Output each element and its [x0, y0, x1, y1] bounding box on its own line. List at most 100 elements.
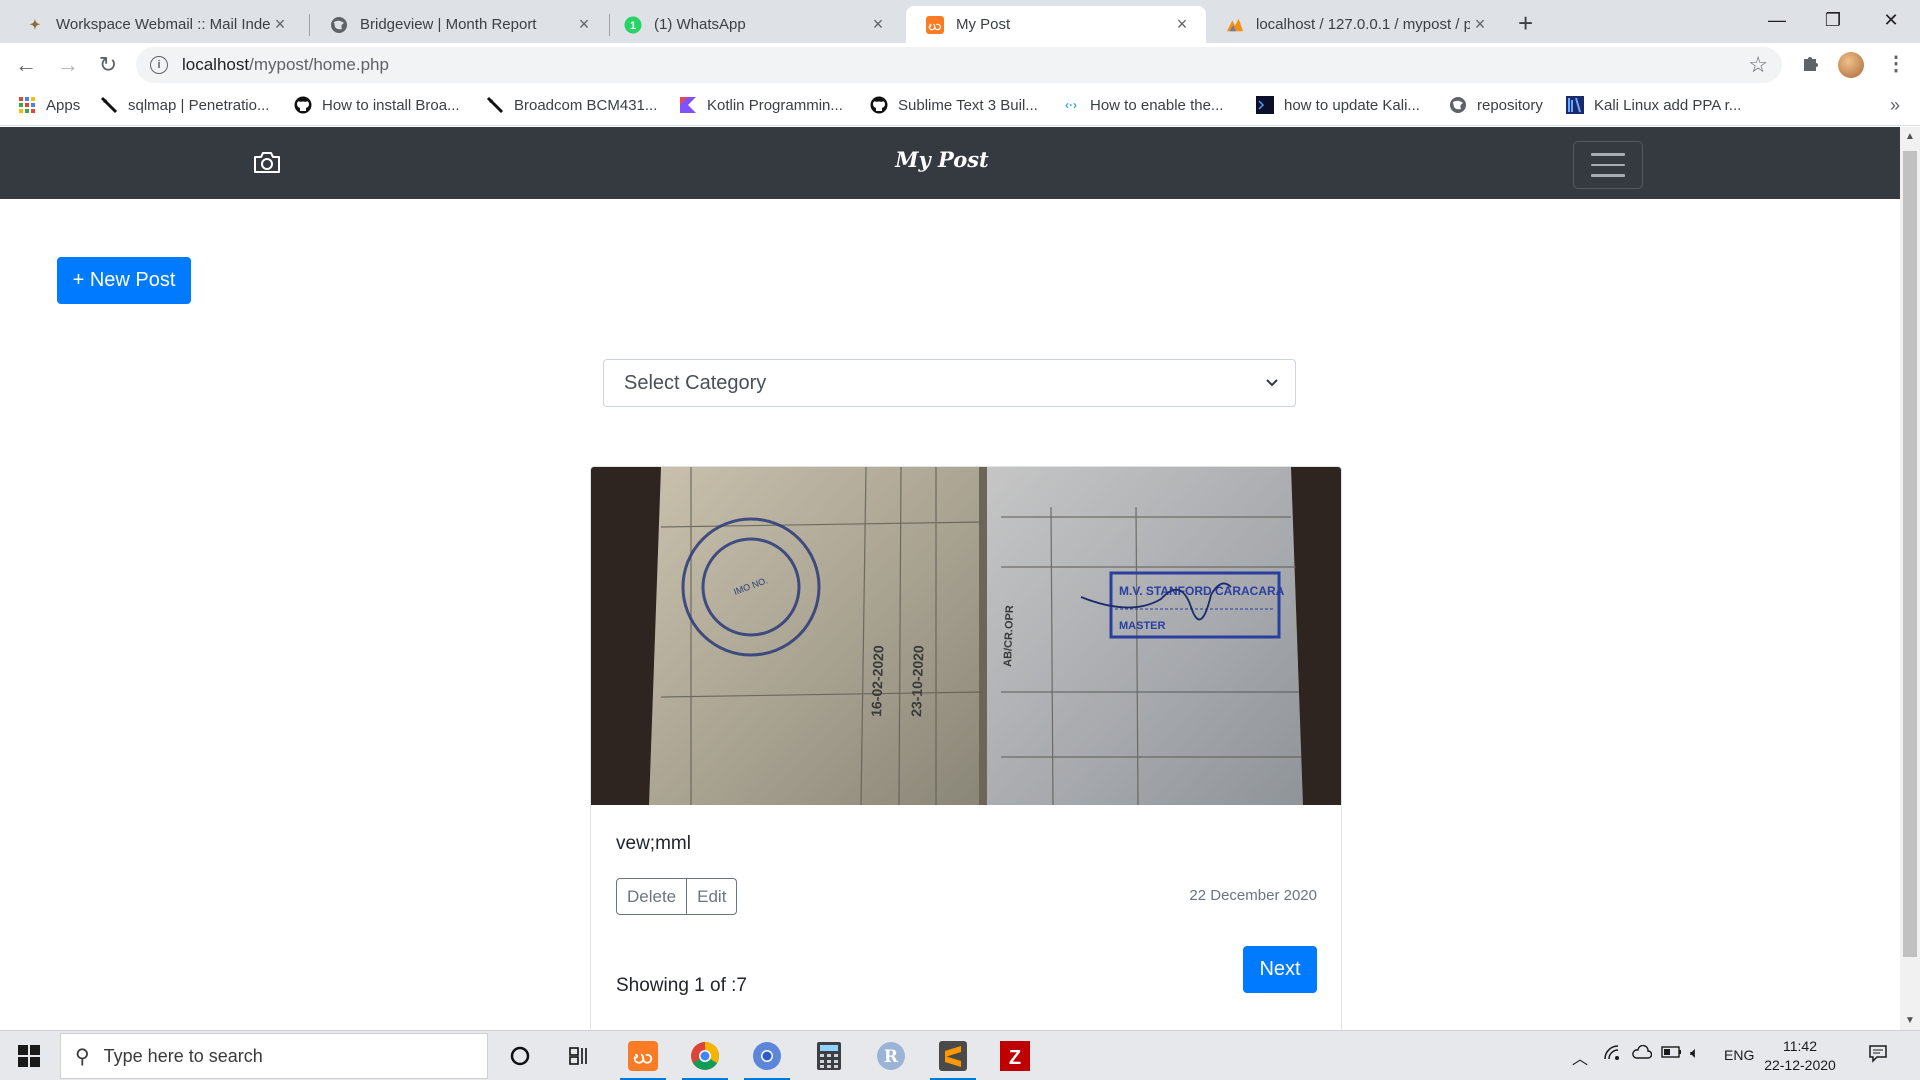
extensions-puzzle-icon[interactable]: [1801, 53, 1821, 79]
chrome-taskbar-icon[interactable]: [688, 1039, 722, 1073]
bookmark-label: How to install Broa...: [322, 96, 460, 114]
post-card: IMO NO. 16-02-2020 23-10-2020 AB/CR.OPR …: [590, 466, 1342, 1030]
next-button[interactable]: Next: [1243, 946, 1317, 993]
chrome-menu-icon[interactable]: ⋮: [1886, 51, 1906, 76]
bookmark-apps[interactable]: Apps: [18, 96, 80, 114]
sublime-text-icon[interactable]: [936, 1039, 970, 1073]
tab-my-post[interactable]: ဃ My Post ×: [906, 6, 1206, 43]
xampp-taskbar-icon[interactable]: ဃ: [626, 1039, 660, 1073]
pagination-status: Showing 1 of :7: [616, 975, 747, 996]
url-path: /mypost/home.php: [249, 55, 389, 74]
bookmark-sqlmap[interactable]: sqlmap | Penetratio...: [100, 96, 269, 114]
forward-button[interactable]: →: [54, 51, 82, 79]
bookmark-broadcom[interactable]: Broadcom BCM431...: [486, 96, 657, 114]
svg-text:R: R: [884, 1047, 899, 1067]
terminal-icon: [1256, 96, 1274, 114]
close-window-button[interactable]: ✕: [1861, 0, 1920, 40]
delete-button[interactable]: Delete: [617, 879, 686, 914]
hamburger-line: [1591, 163, 1625, 167]
restore-button[interactable]: ❐: [1803, 0, 1863, 40]
bookmark-update-kali[interactable]: how to update Kali...: [1256, 96, 1420, 114]
apps-grid-icon: [18, 96, 36, 114]
show-hidden-icons-chevron-icon[interactable]: ︿: [1572, 1045, 1588, 1069]
taskbar-search-box[interactable]: ⚲ Type here to search: [60, 1033, 488, 1079]
close-tab-icon[interactable]: ×: [1172, 14, 1192, 35]
chromium-taskbar-icon[interactable]: [750, 1039, 784, 1073]
task-view-icon[interactable]: [563, 1039, 597, 1073]
tab-phpmyadmin[interactable]: localhost / 127.0.0.1 / mypost / p ×: [1206, 6, 1504, 43]
calculator-icon[interactable]: [812, 1039, 846, 1073]
taskbar-search-placeholder: Type here to search: [103, 1045, 263, 1066]
category-select[interactable]: Select Category: [603, 359, 1296, 407]
bookmark-enable[interactable]: ‹·› How to enable the...: [1062, 96, 1223, 114]
battery-icon[interactable]: [1661, 1045, 1683, 1064]
sqlmap-icon: [100, 96, 118, 114]
bookmark-sublime[interactable]: Sublime Text 3 Buil...: [870, 96, 1038, 114]
whatsapp-icon: 1: [624, 16, 642, 34]
scroll-down-arrow-icon[interactable]: ▼: [1900, 1015, 1920, 1026]
svg-text:1: 1: [630, 20, 636, 32]
windows-start-icon[interactable]: [18, 1045, 40, 1067]
filezilla-icon[interactable]: Z: [998, 1039, 1032, 1073]
tab-title: (1) WhatsApp: [654, 16, 746, 33]
new-tab-button[interactable]: +: [1518, 8, 1533, 39]
windows-taskbar: ⚲ Type here to search ဃ R Z ︿ 🔈︎ ENG 11:…: [0, 1030, 1920, 1080]
profile-avatar[interactable]: [1838, 52, 1864, 78]
scroll-up-arrow-icon[interactable]: ▲: [1900, 131, 1920, 142]
link-icon: ‹·›: [1065, 98, 1077, 112]
scrollbar-thumb[interactable]: [1903, 151, 1917, 957]
hamburger-line: [1591, 153, 1625, 156]
bookmark-kotlin[interactable]: Kotlin Programmin...: [679, 96, 843, 114]
close-tab-icon[interactable]: ×: [574, 14, 594, 35]
bookmark-kali-ppa[interactable]: Kali Linux add PPA r...: [1566, 96, 1741, 114]
post-date: 22 December 2020: [1189, 887, 1317, 904]
r-language-icon[interactable]: R: [874, 1039, 908, 1073]
bookmark-github-broadcom[interactable]: How to install Broa...: [294, 96, 460, 114]
tab-bridgeview[interactable]: Bridgeview | Month Report ×: [310, 6, 608, 43]
address-bar[interactable]: i localhost/mypost/home.php ☆: [136, 47, 1782, 83]
bookmark-label: Kotlin Programmin...: [707, 96, 843, 114]
new-post-button[interactable]: + New Post: [57, 257, 191, 304]
url-host: localhost: [182, 55, 250, 74]
input-language-indicator[interactable]: ENG: [1724, 1047, 1754, 1063]
back-button[interactable]: ←: [12, 51, 40, 79]
close-tab-icon[interactable]: ×: [868, 14, 888, 35]
search-icon: ⚲: [75, 1045, 90, 1068]
bookmark-label: Broadcom BCM431...: [514, 96, 658, 114]
page-viewport: My Post + New Post Select Category IMO N…: [0, 127, 1900, 1030]
tab-webmail[interactable]: ✦ Workspace Webmail :: Mail Index ×: [6, 6, 304, 43]
close-tab-icon[interactable]: ×: [270, 14, 290, 35]
bookmarks-overflow-icon[interactable]: »: [1890, 95, 1900, 116]
tab-whatsapp[interactable]: 1 (1) WhatsApp ×: [604, 6, 902, 43]
svg-text:AB/CR.OPR: AB/CR.OPR: [1002, 605, 1016, 667]
reload-button[interactable]: ↻: [94, 51, 122, 79]
tab-title: Bridgeview | Month Report: [360, 16, 537, 33]
bookmark-repository[interactable]: repository: [1449, 96, 1543, 114]
bookmark-star-icon[interactable]: ☆: [1748, 52, 1768, 78]
github-icon: [870, 96, 888, 114]
globe-icon: [330, 16, 348, 34]
onedrive-cloud-icon[interactable]: [1632, 1044, 1653, 1064]
browser-toolbar: ← → ↻ i localhost/mypost/home.php ☆ ⋮: [0, 43, 1920, 87]
page-scrollbar[interactable]: ▲ ▼: [1900, 127, 1920, 1030]
phpmyadmin-icon: [1226, 16, 1244, 34]
action-center-icon[interactable]: [1868, 1043, 1888, 1068]
hamburger-line: [1591, 174, 1625, 177]
post-image[interactable]: IMO NO. 16-02-2020 23-10-2020 AB/CR.OPR …: [591, 467, 1341, 805]
edit-button[interactable]: Edit: [686, 879, 736, 914]
volume-icon[interactable]: 🔈︎: [1690, 1045, 1700, 1063]
bookmarks-bar: Apps sqlmap | Penetratio... How to insta…: [0, 87, 1920, 126]
bookmark-label: How to enable the...: [1090, 96, 1224, 114]
site-info-icon[interactable]: i: [150, 56, 168, 74]
cortana-icon[interactable]: [503, 1039, 537, 1073]
url-text[interactable]: localhost/mypost/home.php: [182, 55, 389, 75]
category-select-value: Select Category: [624, 371, 767, 394]
navbar-toggler-button[interactable]: [1573, 141, 1643, 189]
taskbar-clock[interactable]: 11:42 22-12-2020: [1762, 1037, 1838, 1075]
bookmark-label: Sublime Text 3 Buil...: [898, 96, 1038, 114]
network-icon[interactable]: [1604, 1045, 1622, 1066]
post-actions: Delete Edit: [616, 878, 738, 915]
svg-text:ဃ: ဃ: [928, 18, 942, 33]
minimize-button[interactable]: —: [1747, 0, 1807, 40]
close-tab-icon[interactable]: ×: [1470, 14, 1490, 35]
